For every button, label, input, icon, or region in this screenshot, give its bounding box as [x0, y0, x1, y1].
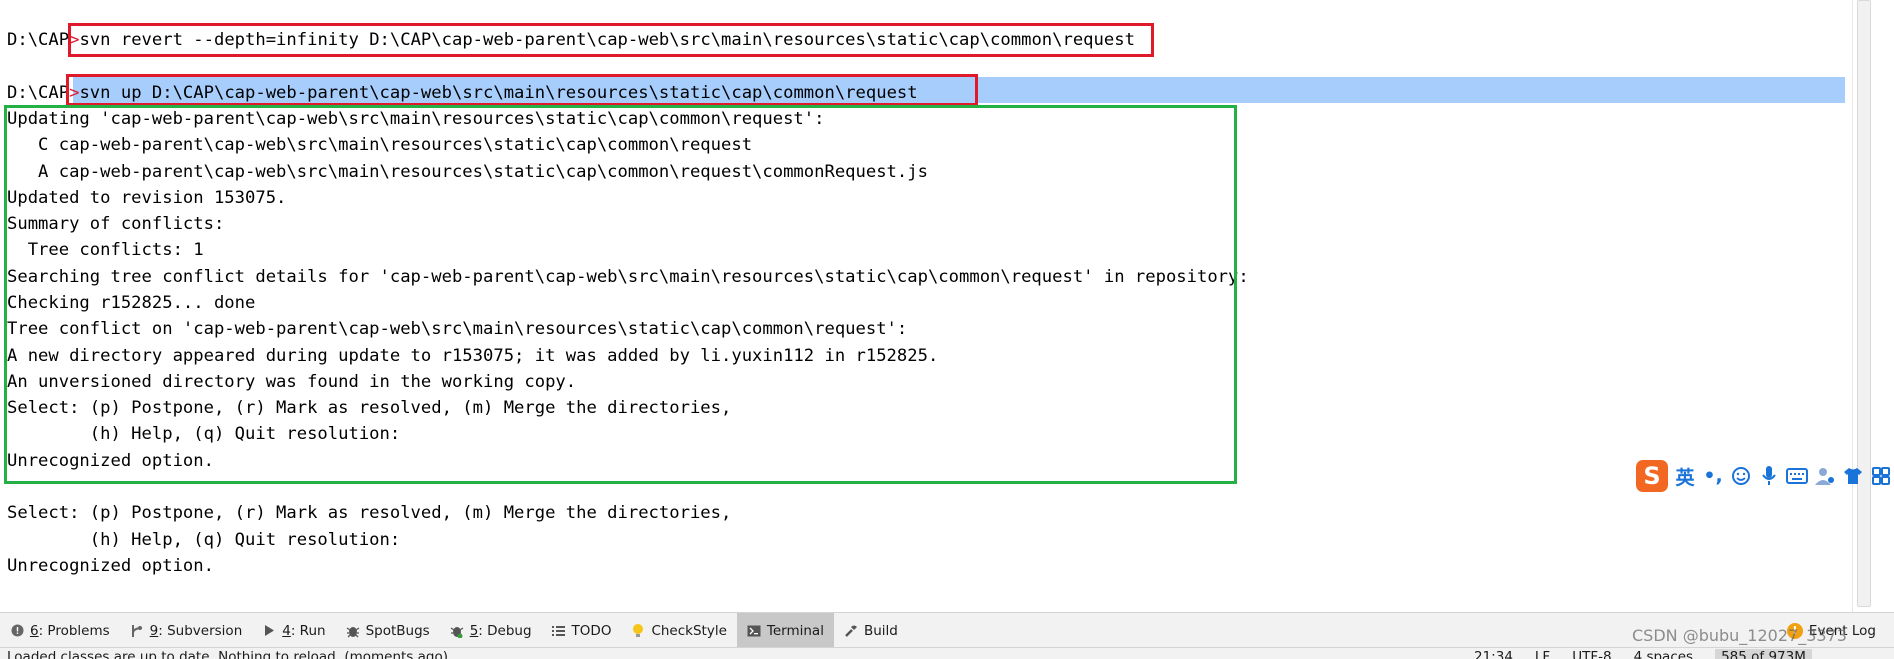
microphone-icon[interactable] [1758, 463, 1780, 489]
checkstyle-icon [631, 624, 645, 638]
tab-mnemonic: 6 [30, 622, 39, 639]
tool-window-bar: 6: Problems 9: Subversion 4: Run SpotBug… [0, 612, 1894, 648]
tab-label: CheckStyle [651, 622, 727, 639]
tab-label: : Subversion [158, 622, 243, 639]
tab-label: Terminal [766, 622, 824, 639]
shirt-icon[interactable] [1842, 463, 1864, 489]
sogou-logo-icon[interactable]: S [1636, 460, 1668, 492]
tab-checkstyle[interactable]: CheckStyle [621, 613, 736, 648]
problems-icon [10, 624, 24, 638]
tab-label: : Debug [478, 622, 532, 639]
user-settings-icon[interactable] [1814, 463, 1836, 489]
watermark: CSDN @bubu_12027_3373 [1632, 626, 1847, 645]
terminal-line: Select: (p) Postpone, (r) Mark as resolv… [7, 503, 732, 523]
grid-icon[interactable] [1870, 463, 1892, 489]
tab-terminal[interactable]: Terminal [736, 613, 834, 648]
terminal-icon [747, 624, 761, 638]
tab-debug[interactable]: 5: Debug [440, 613, 542, 648]
ime-toolbar: S 英 •, [1636, 459, 1892, 493]
spotbugs-icon [346, 624, 360, 638]
terminal-line: Unrecognized option. [7, 556, 214, 576]
annotation-red-box [68, 23, 1154, 57]
prompt-path: D:\CAP [7, 30, 70, 50]
subversion-icon [130, 624, 144, 638]
scrollbar-thumb[interactable] [1857, 0, 1871, 607]
terminal-line: (h) Help, (q) Quit resolution: [7, 530, 401, 550]
ime-lang-toggle[interactable]: 英 [1674, 463, 1696, 489]
tab-label: : Problems [38, 622, 110, 639]
tab-label: Build [863, 622, 898, 639]
tab-problems[interactable]: 6: Problems [0, 613, 120, 648]
run-icon [262, 624, 276, 638]
todo-icon [552, 624, 566, 638]
keyboard-icon[interactable] [1786, 463, 1808, 489]
terminal-output[interactable]: D:\CAP>svn revert --depth=infinity D:\CA… [0, 0, 1852, 612]
annotation-green-box [4, 105, 1237, 484]
prompt-path: D:\CAP [7, 83, 70, 103]
tab-mnemonic: 5 [469, 622, 479, 639]
tab-run[interactable]: 4: Run [252, 613, 335, 648]
tab-mnemonic: 4 [282, 622, 291, 639]
annotation-red-box [66, 74, 978, 106]
debug-icon [450, 624, 464, 638]
tab-todo[interactable]: TODO [542, 613, 622, 648]
tab-label: TODO [571, 622, 612, 639]
tab-label: SpotBugs [365, 622, 430, 639]
ime-punctuation-toggle[interactable]: •, [1702, 463, 1724, 489]
build-icon [844, 624, 858, 638]
tab-mnemonic: 9 [149, 622, 159, 639]
status-bar: Loaded classes are up to date. Nothing t… [0, 647, 1894, 659]
smiley-icon[interactable] [1730, 463, 1752, 489]
tab-label: : Run [290, 622, 326, 639]
tab-subversion[interactable]: 9: Subversion [120, 613, 253, 648]
tab-spotbugs[interactable]: SpotBugs [336, 613, 440, 648]
tab-build[interactable]: Build [834, 613, 908, 648]
vertical-scrollbar[interactable] [1852, 0, 1894, 612]
